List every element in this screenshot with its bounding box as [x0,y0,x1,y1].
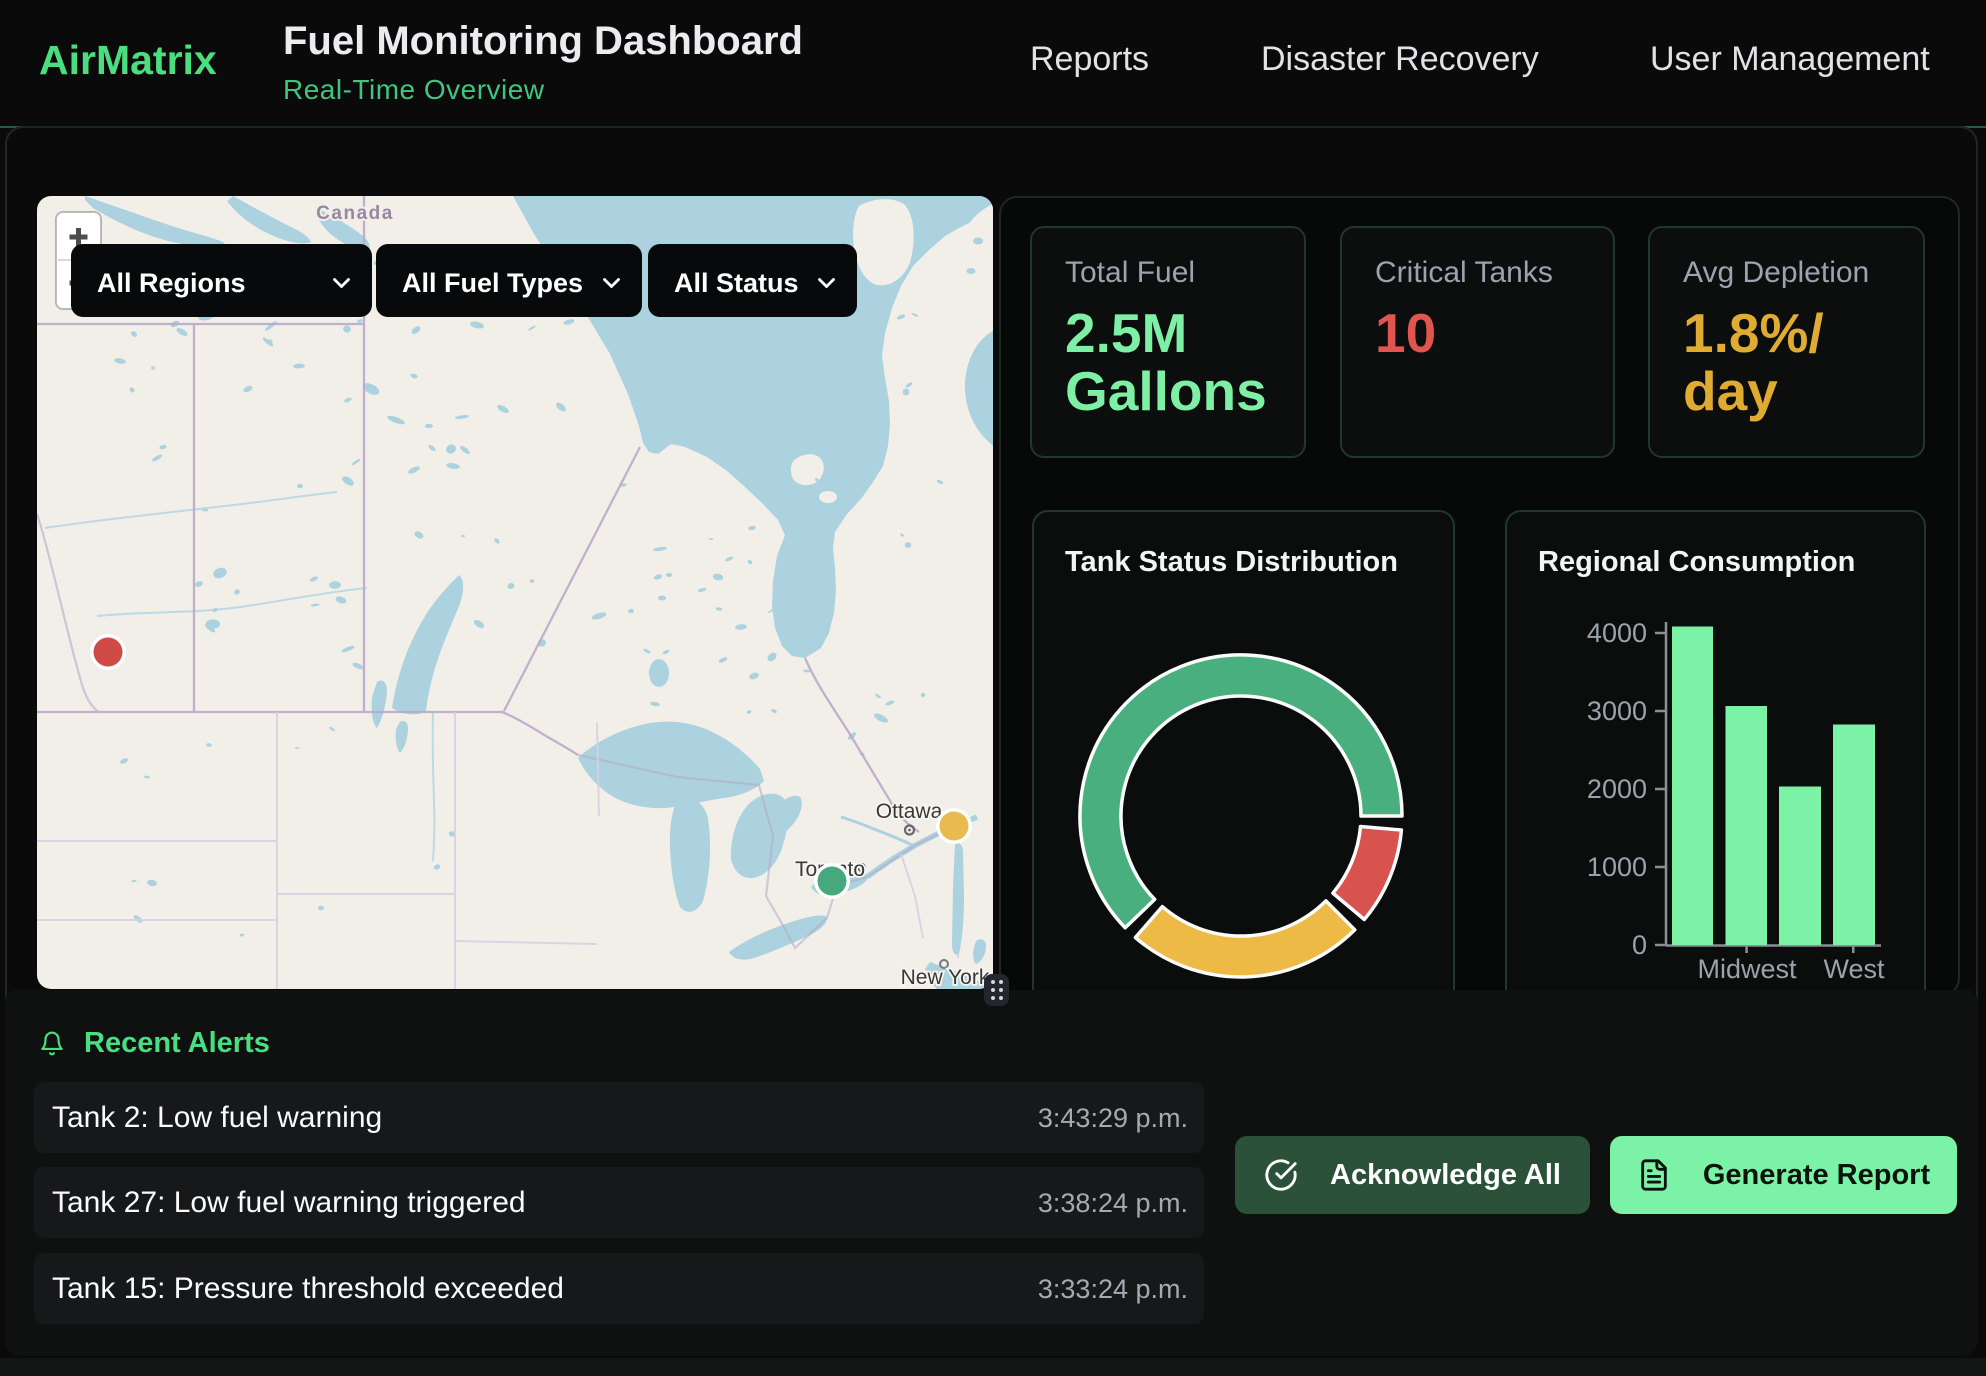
svg-text:2000: 2000 [1587,774,1647,804]
svg-text:West: West [1823,954,1885,982]
svg-text:New York: New York [901,966,990,989]
svg-text:0: 0 [1632,930,1647,960]
svg-text:Ottawa: Ottawa [876,800,943,823]
svg-text:1000: 1000 [1587,852,1647,882]
svg-text:Canada: Canada [316,203,394,224]
svg-text:3000: 3000 [1587,696,1647,726]
svg-text:4000: 4000 [1587,618,1647,648]
svg-text:Midwest: Midwest [1697,954,1797,982]
